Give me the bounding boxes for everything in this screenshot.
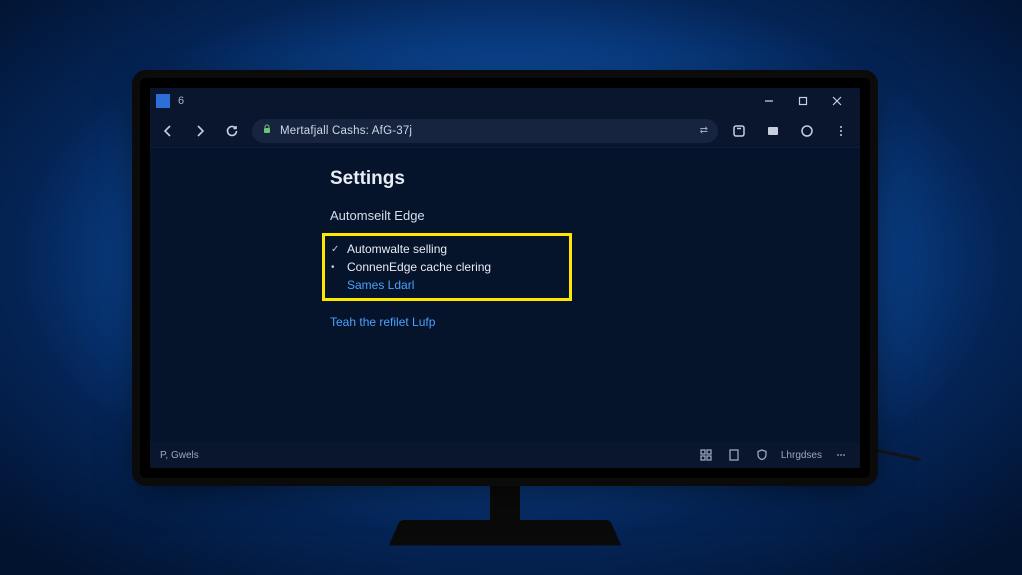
address-bar[interactable]: Mertafjall Cashs: AfG-37j ⇄ bbox=[252, 119, 718, 143]
status-left: P, Gwels bbox=[160, 450, 199, 461]
highlight-box: ✓ Automwalte selling • ConnenEdge cache … bbox=[322, 233, 572, 301]
page-content: Settings Automseilt Edge ✓ Automwalte se… bbox=[150, 148, 860, 442]
titlebar: 6 bbox=[150, 88, 860, 114]
status-shield-icon[interactable] bbox=[753, 446, 771, 464]
check-icon: ✓ bbox=[331, 244, 341, 255]
minimize-button[interactable] bbox=[752, 88, 786, 114]
option-label: Automwalte selling bbox=[347, 242, 447, 256]
refresh-button[interactable] bbox=[220, 119, 244, 143]
collections-icon[interactable] bbox=[760, 118, 786, 144]
option-sames[interactable]: Sames Ldarl bbox=[331, 276, 561, 294]
maximize-button[interactable] bbox=[786, 88, 820, 114]
status-page-icon[interactable] bbox=[725, 446, 743, 464]
status-grid-icon[interactable] bbox=[697, 446, 715, 464]
option-label: Sames Ldarl bbox=[347, 278, 414, 292]
back-button[interactable] bbox=[156, 119, 180, 143]
option-auto-setting[interactable]: ✓ Automwalte selling bbox=[331, 240, 561, 258]
lock-icon bbox=[262, 124, 272, 137]
statusbar: P, Gwels Lhrgdses bbox=[150, 442, 860, 468]
address-text: Mertafjall Cashs: AfG-37j bbox=[280, 125, 692, 137]
option-label: ConnenEdge cache clering bbox=[347, 260, 491, 274]
monitor-stand-base bbox=[389, 520, 621, 545]
app-icon bbox=[156, 94, 170, 108]
page-title: Settings bbox=[330, 168, 860, 190]
status-right-label[interactable]: Lhrgdses bbox=[781, 450, 822, 461]
toolbar: Mertafjall Cashs: AfG-37j ⇄ bbox=[150, 114, 860, 148]
screen: 6 bbox=[150, 88, 860, 468]
monitor-frame: 6 bbox=[140, 78, 870, 478]
close-button[interactable] bbox=[820, 88, 854, 114]
share-icon[interactable] bbox=[726, 118, 752, 144]
toggle-icon[interactable]: ⇄ bbox=[700, 125, 708, 136]
section-title: Automseilt Edge bbox=[330, 208, 860, 223]
status-more-icon[interactable] bbox=[832, 446, 850, 464]
bullet-icon: • bbox=[331, 262, 341, 273]
menu-icon[interactable] bbox=[828, 118, 854, 144]
tab-title[interactable]: 6 bbox=[178, 95, 184, 107]
reset-link[interactable]: Teah the refilet Lufp bbox=[330, 315, 860, 329]
option-cache-clearing[interactable]: • ConnenEdge cache clering bbox=[331, 258, 561, 276]
forward-button[interactable] bbox=[188, 119, 212, 143]
profile-icon[interactable] bbox=[794, 118, 820, 144]
